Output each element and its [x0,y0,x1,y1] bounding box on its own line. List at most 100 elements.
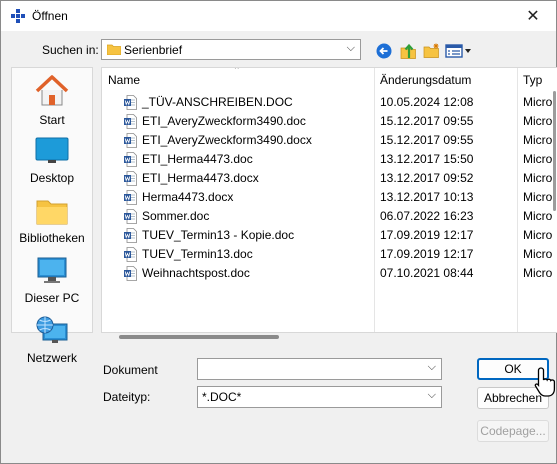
word-document-icon [124,209,137,224]
file-type: Micro [523,95,553,109]
word-document-icon [124,114,137,129]
file-row[interactable]: _TÜV-ANSCHREIBEN.DOC 10.05.2024 12:08 Mi… [102,93,557,112]
file-date: 10.05.2024 12:08 [380,95,474,109]
up-folder-button[interactable] [399,41,417,61]
filetype-label: Dateityp: [103,390,151,404]
file-type: Micro [523,209,553,223]
file-type: Micro [523,133,553,147]
file-date: 17.09.2019 12:17 [380,247,474,261]
file-row[interactable]: Weihnachtspost.doc 07.10.2021 08:44 Micr… [102,264,557,283]
lookin-label: Suchen in: [42,43,99,57]
vertical-scrollbar[interactable] [553,91,556,211]
mouse-cursor-icon [534,367,556,397]
lookin-combo[interactable]: Serienbrief ⌵ [101,39,361,60]
file-row[interactable]: Herma4473.docx 13.12.2017 10:13 Micro [102,188,557,207]
column-header-type[interactable]: Typ [523,68,542,92]
file-name: ETI_AveryZweckform3490.docx [142,133,312,147]
file-row[interactable]: ETI_Herma4473.doc 13.12.2017 15:50 Micro [102,150,557,169]
back-arrow-icon [376,43,392,59]
open-dialog: Öffnen ✕ Suchen in: Serienbrief ⌵ Start … [0,0,557,464]
file-row[interactable]: Sommer.doc 06.07.2022 16:23 Micro [102,207,557,226]
file-type: Micro [523,190,553,204]
app-icon [11,9,25,23]
places-bar: Start Desktop Bibliotheken Dieser PC Net… [11,67,93,365]
document-label: Dokument [103,363,158,377]
file-date: 13.12.2017 15:50 [380,152,474,166]
file-date: 15.12.2017 09:55 [380,114,474,128]
word-document-icon [124,171,137,186]
folder-icon [107,44,121,55]
file-type: Micro [523,114,553,128]
desktop-icon [35,137,69,163]
place-home[interactable]: Start [12,74,92,127]
close-icon: ✕ [526,8,540,25]
word-document-icon [124,95,137,110]
file-row[interactable]: TUEV_Termin13.doc 17.09.2019 12:17 Micro [102,245,557,264]
place-network[interactable]: Netzwerk [12,316,92,365]
file-name: Herma4473.docx [142,190,234,204]
back-button[interactable] [375,41,393,61]
home-icon [35,75,69,106]
view-menu-button[interactable] [445,41,473,61]
file-name: ETI_AveryZweckform3490.doc [142,114,306,128]
libraries-icon [36,200,68,225]
file-date: 13.12.2017 09:52 [380,171,474,185]
file-date: 07.10.2021 08:44 [380,266,474,280]
place-desktop[interactable]: Desktop [12,136,92,185]
network-icon [36,316,68,343]
file-name: TUEV_Termin13.doc [142,247,253,261]
file-type: Micro [523,171,553,185]
this-pc-icon [37,257,67,283]
new-folder-icon [423,43,439,58]
file-date: 13.12.2017 10:13 [380,190,474,204]
word-document-icon [124,266,137,281]
file-name: ETI_Herma4473.docx [142,171,259,185]
place-label: Start [39,113,65,127]
horizontal-scrollbar[interactable] [101,333,557,341]
filetype-value: *.DOC* [202,390,242,404]
file-type: Micro [523,247,553,261]
file-type: Micro [523,228,553,242]
new-folder-button[interactable] [422,41,440,61]
chevron-down-icon: ⌵ [427,361,436,373]
place-label: Desktop [29,171,75,185]
column-header-name[interactable]: Name [108,68,140,92]
file-date: 06.07.2022 16:23 [380,209,474,223]
file-date: 17.09.2019 12:17 [380,228,474,242]
column-header-date[interactable]: Änderungsdatum [380,68,471,92]
file-type: Micro [523,152,553,166]
place-label: Dieser PC [24,291,80,305]
document-name-field[interactable]: ⌵ [197,358,442,380]
file-name: Weihnachtspost.doc [142,266,250,280]
word-document-icon [124,190,137,205]
word-document-icon [124,228,137,243]
file-row[interactable]: TUEV_Termin13 - Kopie.doc 17.09.2019 12:… [102,226,557,245]
file-row[interactable]: ETI_AveryZweckform3490.docx 15.12.2017 0… [102,131,557,150]
place-label: Netzwerk [26,351,77,365]
word-document-icon [124,152,137,167]
file-row[interactable]: ETI_AveryZweckform3490.doc 15.12.2017 09… [102,112,557,131]
chevron-down-icon: ⌵ [346,42,355,54]
place-this-pc[interactable]: Dieser PC [12,256,92,305]
file-date: 15.12.2017 09:55 [380,133,474,147]
word-document-icon [124,247,137,262]
scrollbar-thumb[interactable] [119,335,279,339]
filetype-select[interactable]: *.DOC* ⌵ [197,386,442,408]
sort-ascending-icon: ⌃ [233,67,241,75]
codepage-button[interactable]: Codepage... [477,420,549,442]
file-row[interactable]: ETI_Herma4473.docx 13.12.2017 09:52 Micr… [102,169,557,188]
file-list[interactable]: ⌃ Name Änderungsdatum Typ _TÜV-ANSCHREIB… [101,67,557,333]
chevron-down-icon: ⌵ [427,389,436,401]
file-name: Sommer.doc [142,209,210,223]
place-libraries[interactable]: Bibliotheken [12,196,92,245]
file-name: _TÜV-ANSCHREIBEN.DOC [142,95,293,109]
lookin-value: Serienbrief [124,43,183,57]
dialog-title: Öffnen [32,9,68,23]
file-name: TUEV_Termin13 - Kopie.doc [142,228,295,242]
up-folder-icon [400,43,416,59]
file-name: ETI_Herma4473.doc [142,152,253,166]
title-bar: Öffnen ✕ [1,1,556,31]
view-menu-icon [445,44,471,58]
word-document-icon [124,133,137,148]
close-button[interactable]: ✕ [510,1,556,31]
